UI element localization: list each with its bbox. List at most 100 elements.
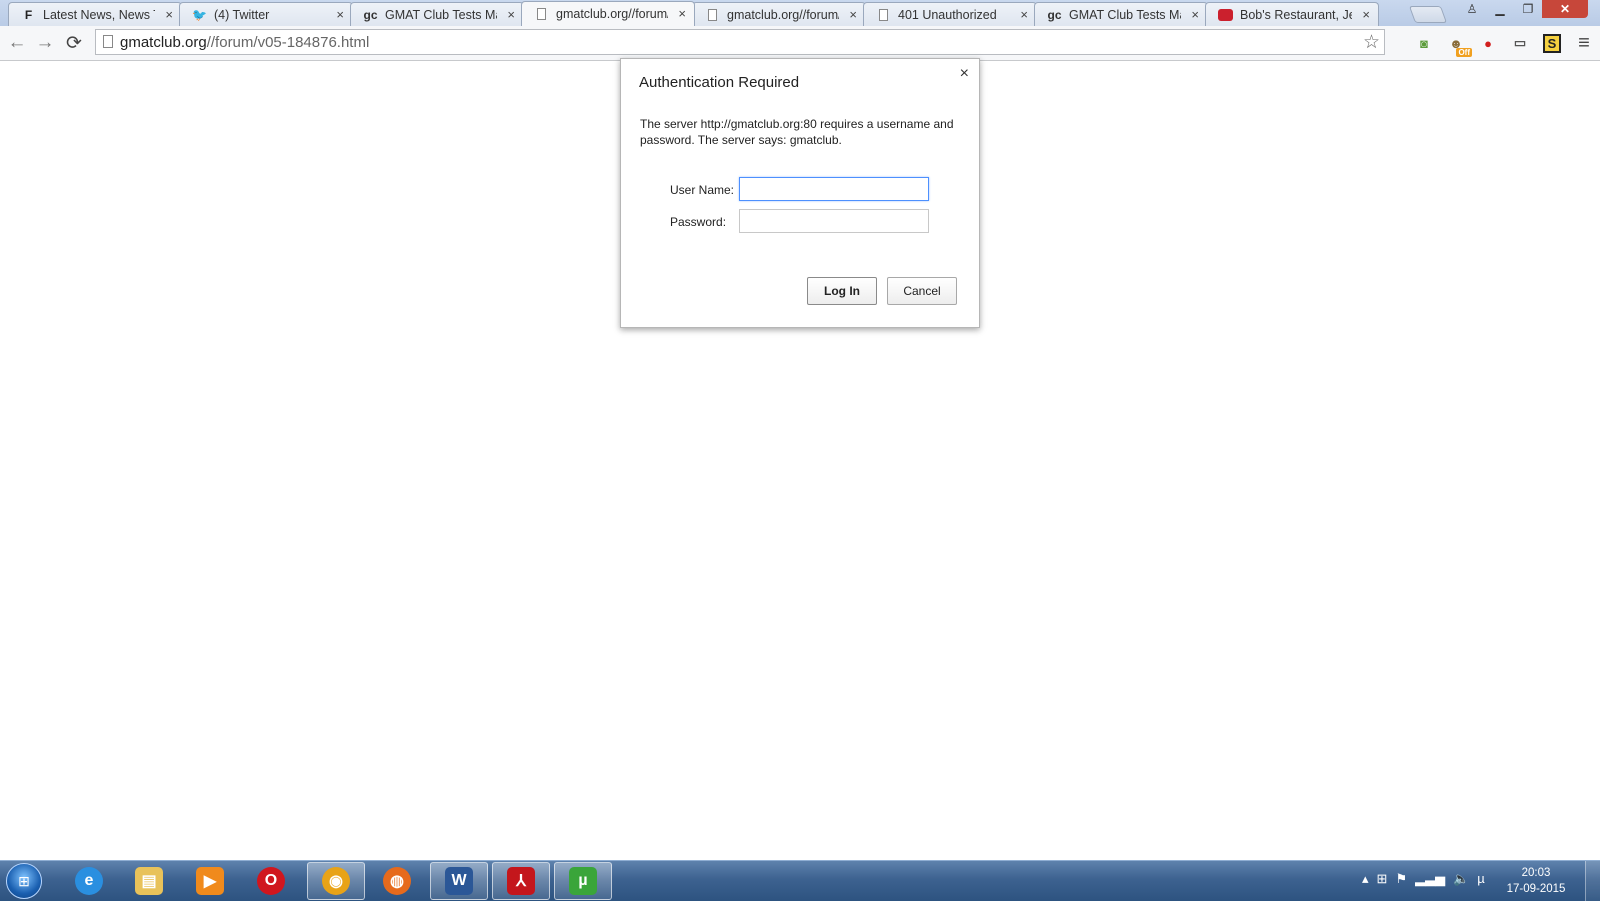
browser-tab[interactable]: gc GMAT Club Tests Master × (350, 2, 524, 26)
page-favicon-icon (876, 8, 891, 22)
browser-tab[interactable]: gmatclub.org//forum/v05 × (521, 1, 695, 26)
tab-close-icon[interactable]: × (849, 7, 857, 22)
browser-tab[interactable]: 🐦 (4) Twitter × (179, 2, 353, 26)
tab-close-icon[interactable]: × (1191, 7, 1199, 22)
internet-explorer-icon: e (75, 867, 103, 895)
windows-logo-icon: ⊞ (18, 872, 30, 889)
taskbar-button[interactable]: ◍ (368, 862, 426, 900)
password-input[interactable] (739, 209, 929, 233)
utorrent-icon: µ (569, 867, 597, 895)
taskbar-button[interactable]: W (430, 862, 488, 900)
windows-taskbar: ⊞ e ▤ ▶ O ◉ ◍ W ⅄ µ ▴ ⊞ ⚑ ▂▃▅ 🔈 µ 20:03 17-09-20… (0, 860, 1600, 901)
tab-title: gmatclub.org//forum/v05 (727, 8, 839, 22)
feed-icon[interactable]: ☻ Off (1446, 33, 1472, 57)
opera-icon: O (257, 867, 285, 895)
browser-tab[interactable]: gmatclub.org//forum/v05 × (692, 2, 866, 26)
taskbar-button[interactable]: e (60, 862, 118, 900)
page-favicon-icon (534, 7, 549, 21)
browser-tab[interactable]: 401 Unauthorized × (863, 2, 1037, 26)
s-extension-icon[interactable]: S (1542, 33, 1562, 53)
tab-title: GMAT Club Tests Master (385, 8, 497, 22)
windows-flag-icon[interactable]: ⊞ (1377, 871, 1388, 887)
show-desktop-button[interactable] (1585, 861, 1600, 901)
site-favicon-icon: 🐦 (192, 8, 207, 22)
menu-icon[interactable]: ≡ (1574, 32, 1594, 54)
dialog-message: The server http://gmatclub.org:80 requir… (640, 117, 954, 147)
clock-date: 17-09-2015 (1506, 883, 1566, 895)
zomato-favicon-icon (1218, 8, 1233, 22)
acrobat-icon: ⅄ (507, 867, 535, 895)
site-favicon-icon: gc (363, 8, 378, 22)
profile-icon[interactable]: ♙ (1458, 0, 1486, 18)
close-window-button[interactable]: ✕ (1542, 0, 1588, 18)
word-icon: W (445, 867, 473, 895)
tab-close-icon[interactable]: × (1020, 7, 1028, 22)
restore-button[interactable]: ❐ (1514, 0, 1542, 18)
browser-toolbar: ← → ⟳ gmatclub.org//forum/v05-184876.htm… (0, 26, 1600, 61)
tab-close-icon[interactable]: × (165, 7, 173, 22)
window-controls: ♙ ▁ ❐ ✕ (1458, 0, 1588, 20)
reload-icon: ⟳ (66, 32, 82, 54)
arrow-left-icon: ← (7, 32, 27, 53)
tab-title: Latest News, News Today (43, 8, 155, 22)
minimize-button[interactable]: ▁ (1486, 0, 1514, 18)
taskbar-button[interactable]: ⅄ (492, 862, 550, 900)
new-tab-button[interactable] (1408, 6, 1448, 23)
start-button[interactable]: ⊞ (6, 863, 42, 899)
site-favicon-icon: gc (1047, 8, 1062, 22)
taskbar-button[interactable]: ◉ (307, 862, 365, 900)
tray-expand-icon[interactable]: ▴ (1362, 871, 1369, 887)
dialog-close-icon[interactable]: × (960, 65, 969, 83)
extension-glyph: ◙ (1420, 35, 1428, 51)
tab-title: GMAT Club Tests Master (1069, 8, 1181, 22)
arrow-right-icon: → (35, 32, 55, 53)
network-signal-icon[interactable]: ▂▃▅ (1415, 871, 1445, 887)
tab-close-icon[interactable]: × (678, 6, 686, 21)
browser-tab[interactable]: F Latest News, News Today × (8, 2, 182, 26)
dialog-title: Authentication Required (639, 74, 800, 91)
tab-strip: FLatest News, News Today×🐦(4) Twitter×gc… (0, 0, 1600, 26)
page-icon (103, 35, 113, 48)
firefox-icon: ◍ (383, 867, 411, 895)
log-in-button[interactable]: Log In (807, 277, 877, 305)
tab-title: 401 Unauthorized (898, 8, 997, 22)
page-favicon-icon (705, 8, 720, 22)
taskbar-button[interactable]: ▶ (181, 862, 239, 900)
browser-tab[interactable]: gc GMAT Club Tests Master × (1034, 2, 1208, 26)
evernote-icon[interactable]: ◙ (1414, 33, 1434, 53)
bookmark-star-icon[interactable]: ☆ (1363, 31, 1380, 54)
url-path: //forum/v05-184876.html (206, 34, 370, 51)
reload-button[interactable]: ⟳ (62, 31, 86, 55)
taskbar-button[interactable]: O (242, 862, 300, 900)
back-button[interactable]: ← (5, 31, 29, 55)
taskbar-button[interactable]: µ (554, 862, 612, 900)
browser-tab[interactable]: Bob's Restaurant, Jeevan × (1205, 2, 1379, 26)
tab-title: gmatclub.org//forum/v05 (556, 7, 668, 21)
forward-button[interactable]: → (33, 31, 57, 55)
extension-glyph: ● (1484, 35, 1492, 51)
action-center-flag-icon[interactable]: ⚑ (1395, 871, 1407, 887)
system-tray: ▴ ⊞ ⚑ ▂▃▅ 🔈 µ (1362, 871, 1485, 887)
address-url[interactable]: gmatclub.org//forum/v05-184876.html (120, 34, 369, 51)
address-bar[interactable]: gmatclub.org//forum/v05-184876.html ☆ (95, 29, 1385, 55)
authentication-dialog: Authentication Required × The server htt… (620, 58, 980, 328)
site-favicon-icon: F (24, 8, 33, 22)
system-clock[interactable]: 20:03 17-09-2015 (1500, 865, 1572, 897)
taskbar-button[interactable]: ▤ (120, 862, 178, 900)
adblock-icon[interactable]: ● (1478, 33, 1498, 53)
password-label: Password: (670, 215, 727, 229)
extension-badge: Off (1456, 48, 1472, 57)
extension-glyph: S (1542, 33, 1562, 53)
clock-time: 20:03 (1521, 867, 1551, 879)
tab-close-icon[interactable]: × (1362, 7, 1370, 22)
cancel-button[interactable]: Cancel (887, 277, 957, 305)
tab-close-icon[interactable]: × (507, 7, 515, 22)
volume-icon[interactable]: 🔈 (1453, 871, 1469, 887)
username-label: User Name: (670, 183, 735, 197)
utorrent-tray-icon[interactable]: µ (1477, 871, 1485, 887)
username-input[interactable] (739, 177, 929, 201)
media-player-icon: ▶ (196, 867, 224, 895)
tab-close-icon[interactable]: × (336, 7, 344, 22)
tab-title: Bob's Restaurant, Jeevan (1240, 8, 1352, 22)
cast-icon[interactable]: ▭ (1510, 33, 1530, 53)
